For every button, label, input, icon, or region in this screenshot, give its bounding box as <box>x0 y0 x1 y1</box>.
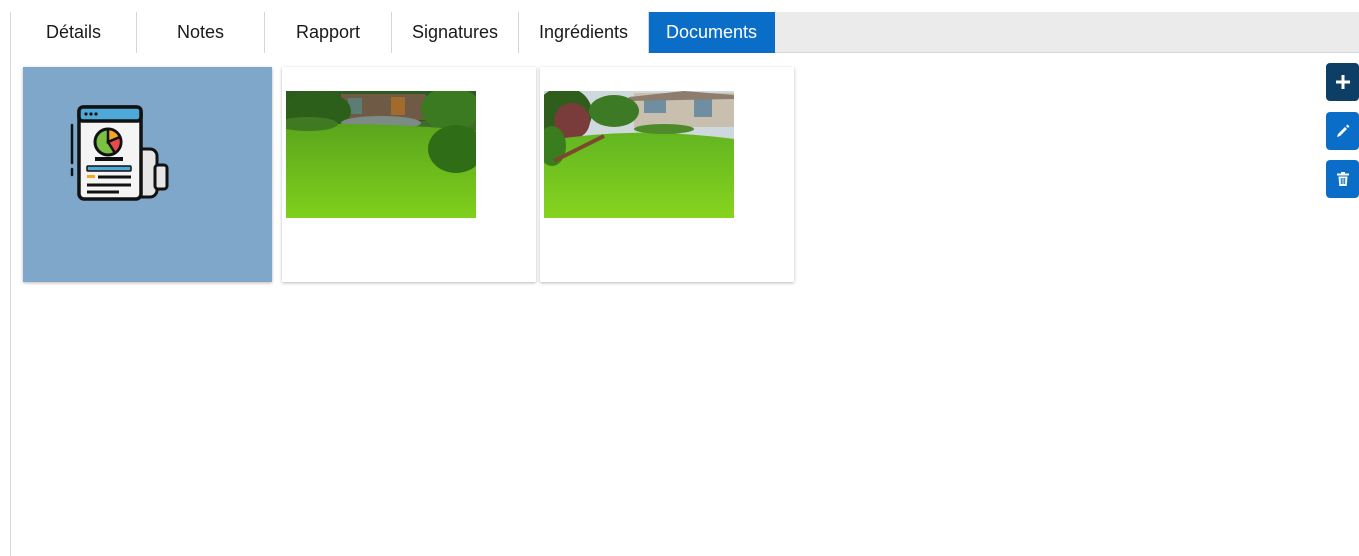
documents-gallery <box>11 53 1359 556</box>
delete-document-button[interactable] <box>1326 160 1359 198</box>
tab-ingredients[interactable]: Ingrédients <box>519 12 649 53</box>
document-card-image[interactable] <box>540 67 794 282</box>
report-document-icon <box>70 105 169 201</box>
document-card-report[interactable] <box>23 67 272 282</box>
house-lawn-photo <box>544 91 734 218</box>
pencil-icon <box>1336 124 1349 137</box>
tab-bar: Détails Notes Rapport Signatures Ingrédi… <box>11 12 1359 53</box>
garden-lawn-photo <box>286 91 476 218</box>
plus-icon <box>1335 75 1350 89</box>
add-document-button[interactable] <box>1326 63 1359 101</box>
tab-details[interactable]: Détails <box>11 12 137 53</box>
tab-documents[interactable]: Documents <box>649 12 775 53</box>
tab-rapport[interactable]: Rapport <box>265 12 392 53</box>
document-card-image[interactable] <box>282 67 536 282</box>
tab-notes[interactable]: Notes <box>137 12 265 53</box>
edit-document-button[interactable] <box>1326 112 1359 150</box>
trash-icon <box>1336 172 1349 186</box>
documents-panel: Détails Notes Rapport Signatures Ingrédi… <box>10 12 1359 556</box>
tab-signatures[interactable]: Signatures <box>392 12 519 53</box>
